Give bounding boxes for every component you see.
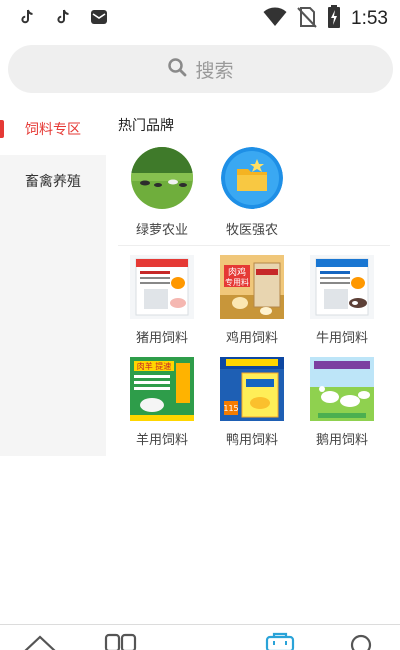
- home-icon[interactable]: [23, 631, 57, 650]
- category-chicken-feed[interactable]: 肉鸡 专用料 鸡用饲料: [207, 255, 297, 346]
- svg-text:专用料: 专用料: [225, 277, 249, 287]
- sidebar-item-label: 饲料专区: [25, 122, 81, 138]
- category-label: 羊用饲料: [135, 433, 188, 448]
- sheep-feed-image: 肉羊 提速: [130, 357, 194, 421]
- svg-text:肉羊 提速: 肉羊 提速: [137, 361, 172, 371]
- category-sheep-feed[interactable]: 肉羊 提速 羊用饲料: [117, 357, 207, 448]
- category-pig-feed[interactable]: 猪用饲料: [117, 255, 207, 346]
- folder-star-icon: [221, 147, 283, 209]
- category-label: 鹅用饲料: [315, 433, 368, 448]
- svg-text:肉鸡: 肉鸡: [228, 266, 246, 278]
- category-label: 牛用饲料: [315, 331, 368, 346]
- category-duck-feed[interactable]: 115 鸭用饲料: [207, 357, 297, 448]
- brand-label: 绿萝农业: [135, 223, 188, 238]
- center-icon[interactable]: [185, 643, 215, 650]
- goose-feed-image: [310, 357, 374, 421]
- category-label: 鸡用饲料: [225, 331, 278, 346]
- status-time: 1:53: [351, 8, 388, 29]
- category-cattle-feed[interactable]: 牛用饲料: [297, 255, 387, 346]
- tiktok-icon: [18, 8, 36, 26]
- category-sidebar: 饲料专区 畜禽养殖: [0, 103, 106, 456]
- no-sim-icon: [297, 6, 317, 32]
- brand-item-lvluo[interactable]: 绿萝农业: [117, 147, 207, 238]
- sidebar-item-livestock[interactable]: 畜禽养殖: [0, 155, 106, 207]
- category-goose-feed[interactable]: 鹅用饲料: [297, 357, 387, 448]
- category-label: 猪用饲料: [135, 331, 188, 346]
- brand-logo-farm: [131, 147, 193, 209]
- cart-icon[interactable]: [263, 631, 297, 650]
- cattle-feed-image: [310, 255, 374, 319]
- svg-text:115: 115: [223, 404, 238, 413]
- pig-feed-image: [130, 255, 194, 319]
- search-bar[interactable]: 搜索: [8, 45, 393, 93]
- search-icon[interactable]: [345, 631, 379, 650]
- battery-charging-icon: [327, 5, 341, 33]
- brand-label: 牧医强农: [225, 223, 278, 238]
- category-icon[interactable]: [104, 631, 138, 650]
- divider: [118, 245, 390, 246]
- search-icon: [167, 57, 187, 81]
- sidebar-item-feed[interactable]: 饲料专区: [0, 103, 106, 155]
- chicken-feed-image: 肉鸡 专用料: [220, 255, 284, 319]
- bottom-nav: [0, 624, 400, 650]
- search-placeholder: 搜索: [195, 59, 234, 82]
- duck-feed-image: 115: [220, 357, 284, 421]
- mail-app-icon: [90, 8, 108, 26]
- status-bar: 1:53: [0, 0, 400, 36]
- brand-item-muyi[interactable]: 牧医强农: [207, 147, 297, 238]
- wifi-icon: [263, 7, 287, 31]
- tiktok-icon: [54, 8, 72, 26]
- sidebar-item-label: 畜禽养殖: [25, 174, 81, 190]
- section-title: 热门品牌: [118, 118, 174, 134]
- category-label: 鸭用饲料: [225, 433, 278, 448]
